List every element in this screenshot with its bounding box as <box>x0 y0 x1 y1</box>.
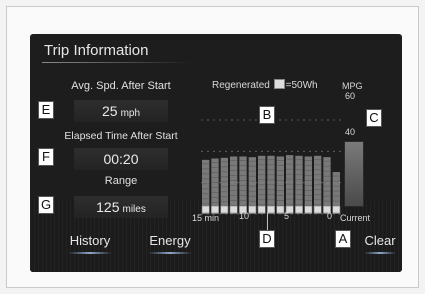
avg-speed-unit: mph <box>120 108 141 119</box>
elapsed-time-label: Elapsed Time After Start <box>64 130 178 142</box>
regen-block <box>276 205 285 214</box>
regen-block <box>295 205 303 214</box>
callout-a: A <box>335 230 351 248</box>
callout-e: E <box>38 101 54 119</box>
mpg-history-bar <box>248 157 256 214</box>
current-label: Current <box>340 213 371 223</box>
callout-c: C <box>366 109 382 127</box>
mpg-unit-label: MPG <box>342 81 363 91</box>
title-divider <box>42 62 192 63</box>
clear-button-highlight <box>364 252 396 254</box>
regenerated-label: Regenerated <box>212 80 270 91</box>
chart-bars <box>202 155 340 214</box>
regenerated-legend: Regenerated =50Wh <box>212 79 318 91</box>
x-tick-10: 10 <box>239 211 250 221</box>
regen-block <box>304 205 313 214</box>
regen-block <box>257 205 266 214</box>
range-label: Range <box>104 175 138 187</box>
regen-block-icon <box>273 79 285 89</box>
y-tick-60: 60 <box>345 91 356 101</box>
avg-speed-label: Avg. Spd. After Start <box>71 80 171 92</box>
regen-block <box>211 205 219 214</box>
x-tick-15min: 15 min <box>192 213 220 223</box>
avg-speed-readout: 25 mph <box>74 103 168 119</box>
x-tick-0: 0 <box>327 211 333 221</box>
chart-regen-blocks <box>201 205 341 214</box>
regenerated-value: =50Wh <box>285 80 318 91</box>
callout-f: F <box>38 148 54 166</box>
regen-block <box>229 205 238 214</box>
history-button[interactable]: History <box>60 233 120 248</box>
range-readout: 125 miles <box>74 199 168 215</box>
current-mpg-bar <box>344 141 364 207</box>
energy-button[interactable]: Energy <box>140 233 200 248</box>
callout-d: D <box>259 230 275 248</box>
range-unit: miles <box>122 204 146 215</box>
callout-g: G <box>38 196 54 214</box>
history-button-highlight <box>68 252 112 254</box>
regen-block <box>248 205 257 214</box>
elapsed-time-value: 00:20 <box>103 151 139 167</box>
avg-speed-value: 25 <box>101 103 118 119</box>
regen-block <box>201 205 210 214</box>
regen-block <box>313 205 322 214</box>
clear-button[interactable]: Clear <box>360 233 400 248</box>
energy-button-highlight <box>148 252 192 254</box>
callout-d-leader <box>267 212 268 230</box>
regen-block <box>220 205 229 214</box>
mpg-history-bar <box>323 157 331 214</box>
regen-block <box>267 205 275 214</box>
x-tick-5: 5 <box>284 211 290 221</box>
callout-b: B <box>259 106 275 124</box>
screen-title: Trip Information <box>44 42 149 59</box>
range-value: 125 <box>96 199 120 215</box>
mpg-history-bar <box>220 157 228 214</box>
regen-block <box>332 205 341 214</box>
y-tick-40: 40 <box>345 127 356 137</box>
mpg-history-bar <box>211 158 219 214</box>
